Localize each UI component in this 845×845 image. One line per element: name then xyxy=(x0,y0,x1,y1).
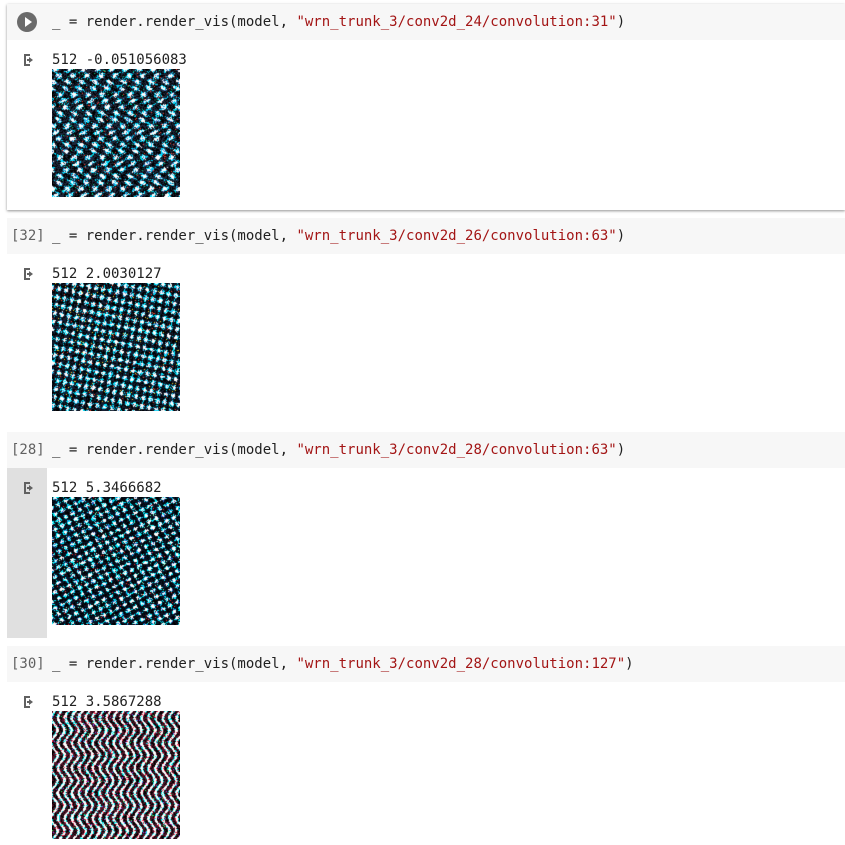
output-arrow-icon[interactable] xyxy=(21,52,37,68)
code-cell[interactable]: _ = render.render_vis(model, "wrn_trunk_… xyxy=(7,4,845,210)
output-text: 512 2.0030127 xyxy=(52,266,162,282)
execution-count: [28] xyxy=(11,442,45,458)
feature-visualization-image xyxy=(52,69,180,197)
code-line[interactable]: _ = render.render_vis(model, "wrn_trunk_… xyxy=(52,432,625,468)
output-gutter xyxy=(7,682,47,845)
run-cell-icon[interactable] xyxy=(17,12,37,32)
output-text: 512 3.5867288 xyxy=(52,694,162,710)
feature-visualization-image xyxy=(52,283,180,411)
code-cell[interactable]: [28] _ = render.render_vis(model, "wrn_t… xyxy=(7,432,845,638)
feature-visualization-image xyxy=(52,497,180,625)
feature-visualization-image xyxy=(52,711,180,839)
output-text: 512 5.3466682 xyxy=(52,480,162,496)
code-editor[interactable]: _ = render.render_vis(model, "wrn_trunk_… xyxy=(7,4,845,40)
code-string: "wrn_trunk_3/conv2d_28/convolution:127" xyxy=(296,656,626,672)
code-line[interactable]: _ = render.render_vis(model, "wrn_trunk_… xyxy=(52,646,634,682)
output-gutter xyxy=(7,254,47,424)
code-editor[interactable]: [32] _ = render.render_vis(model, "wrn_t… xyxy=(7,218,845,254)
output-gutter[interactable] xyxy=(7,468,47,638)
code-string: "wrn_trunk_3/conv2d_24/convolution:31" xyxy=(296,14,617,30)
code-string: "wrn_trunk_3/conv2d_26/convolution:63" xyxy=(296,228,617,244)
output-arrow-icon[interactable] xyxy=(21,694,37,710)
code-editor[interactable]: [28] _ = render.render_vis(model, "wrn_t… xyxy=(7,432,845,468)
code-line[interactable]: _ = render.render_vis(model, "wrn_trunk_… xyxy=(52,218,625,254)
code-cell[interactable]: [30] _ = render.render_vis(model, "wrn_t… xyxy=(7,646,845,845)
output-gutter xyxy=(7,40,47,210)
code-string: "wrn_trunk_3/conv2d_28/convolution:63" xyxy=(296,442,617,458)
execution-count: [32] xyxy=(11,228,45,244)
code-cell[interactable]: [32] _ = render.render_vis(model, "wrn_t… xyxy=(7,218,845,424)
output-text: 512 -0.051056083 xyxy=(52,52,187,68)
code-editor[interactable]: [30] _ = render.render_vis(model, "wrn_t… xyxy=(7,646,845,682)
execution-count: [30] xyxy=(11,656,45,672)
output-arrow-icon[interactable] xyxy=(21,480,37,496)
output-arrow-icon[interactable] xyxy=(21,266,37,282)
code-line[interactable]: _ = render.render_vis(model, "wrn_trunk_… xyxy=(52,4,625,40)
